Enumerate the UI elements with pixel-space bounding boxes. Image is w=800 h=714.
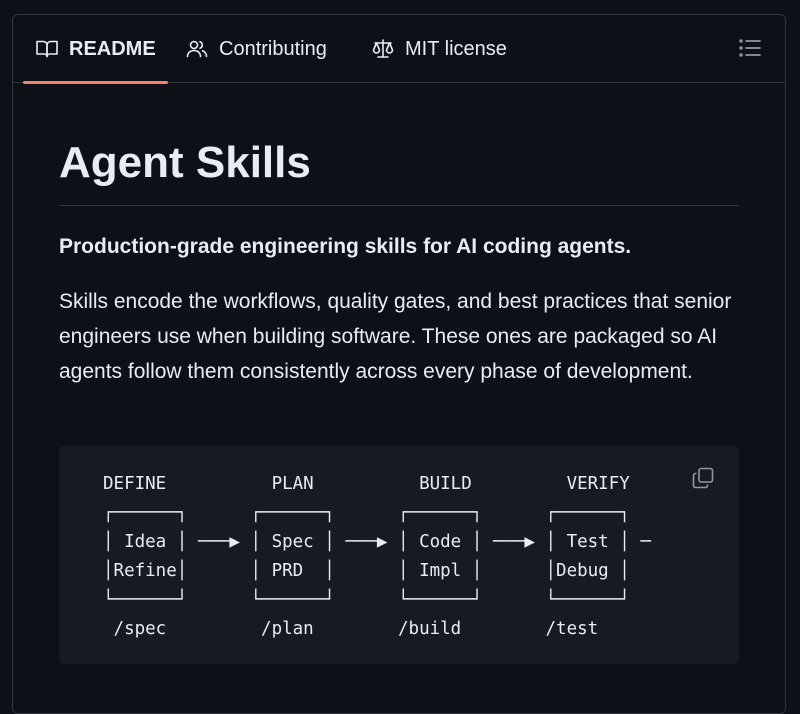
law-icon [371, 37, 395, 61]
workflow-code-block: DEFINE PLAN BUILD VERIFY ┌──────┐ ┌─────… [59, 446, 739, 664]
copy-button[interactable] [689, 466, 717, 494]
tab-contributing-label: Contributing [219, 37, 327, 60]
outline-button[interactable] [737, 37, 763, 63]
copy-icon [691, 466, 715, 495]
people-icon [185, 37, 209, 61]
readme-description: Skills encode the workflows, quality gat… [59, 289, 732, 383]
tab-contributing[interactable]: Contributing [185, 15, 327, 83]
readme-tagline: Production-grade engineering skills for … [59, 235, 632, 259]
readme-panel: README Contributing MIT license Agent Sk… [12, 14, 786, 714]
readme-title: Agent Skills [59, 138, 739, 207]
tab-readme-label: README [69, 37, 156, 60]
tab-mit-license-label: MIT license [405, 37, 507, 60]
tab-mit-license[interactable]: MIT license [371, 15, 507, 83]
list-unordered-icon [739, 38, 761, 63]
readme-content: Agent Skills Production-grade engineerin… [59, 83, 739, 389]
book-icon [35, 37, 59, 61]
readme-tabbar: README Contributing MIT license [13, 15, 785, 84]
tab-readme[interactable]: README [23, 15, 168, 84]
workflow-diagram-text[interactable]: DEFINE PLAN BUILD VERIFY ┌──────┐ ┌─────… [103, 470, 651, 644]
